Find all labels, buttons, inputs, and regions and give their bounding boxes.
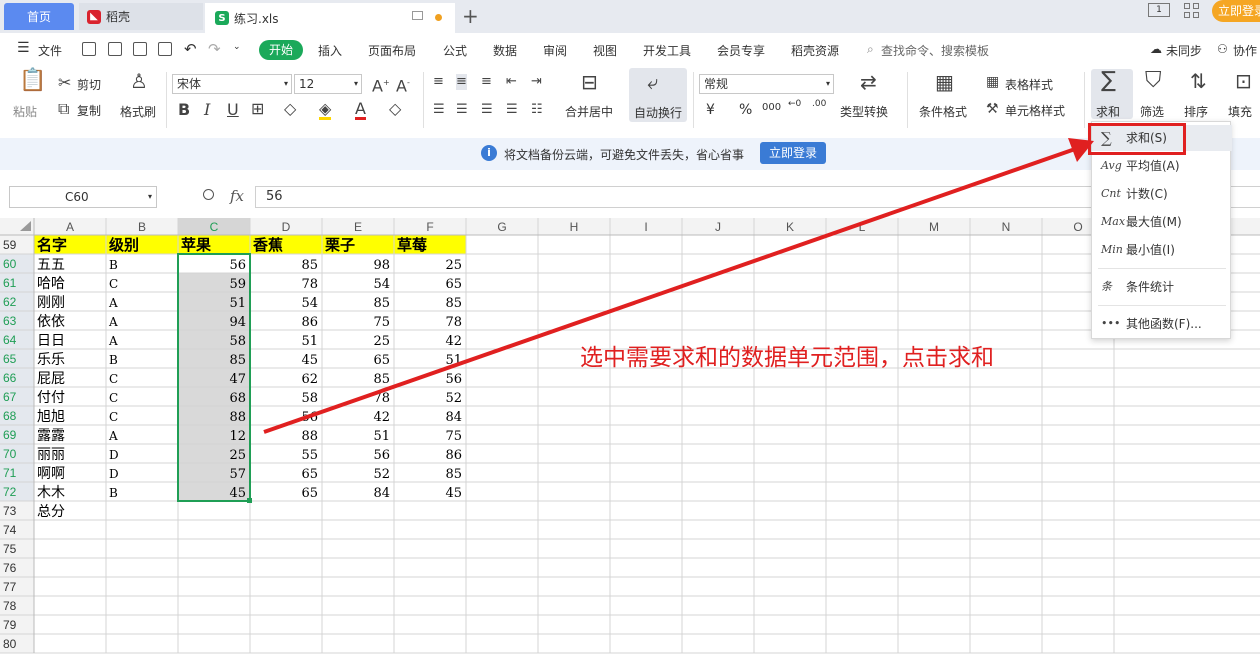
annotation-arrow [263,138,1094,434]
spreadsheet-app: 首页 ◣ 稻壳 S 练习.xls + 1 立即登录 ☰ 文件 插入 页面布局 公… [0,0,1260,667]
annotation-text: 选中需要求和的数据单元范围，点击求和 [580,345,994,371]
arrow-line [263,146,1079,434]
